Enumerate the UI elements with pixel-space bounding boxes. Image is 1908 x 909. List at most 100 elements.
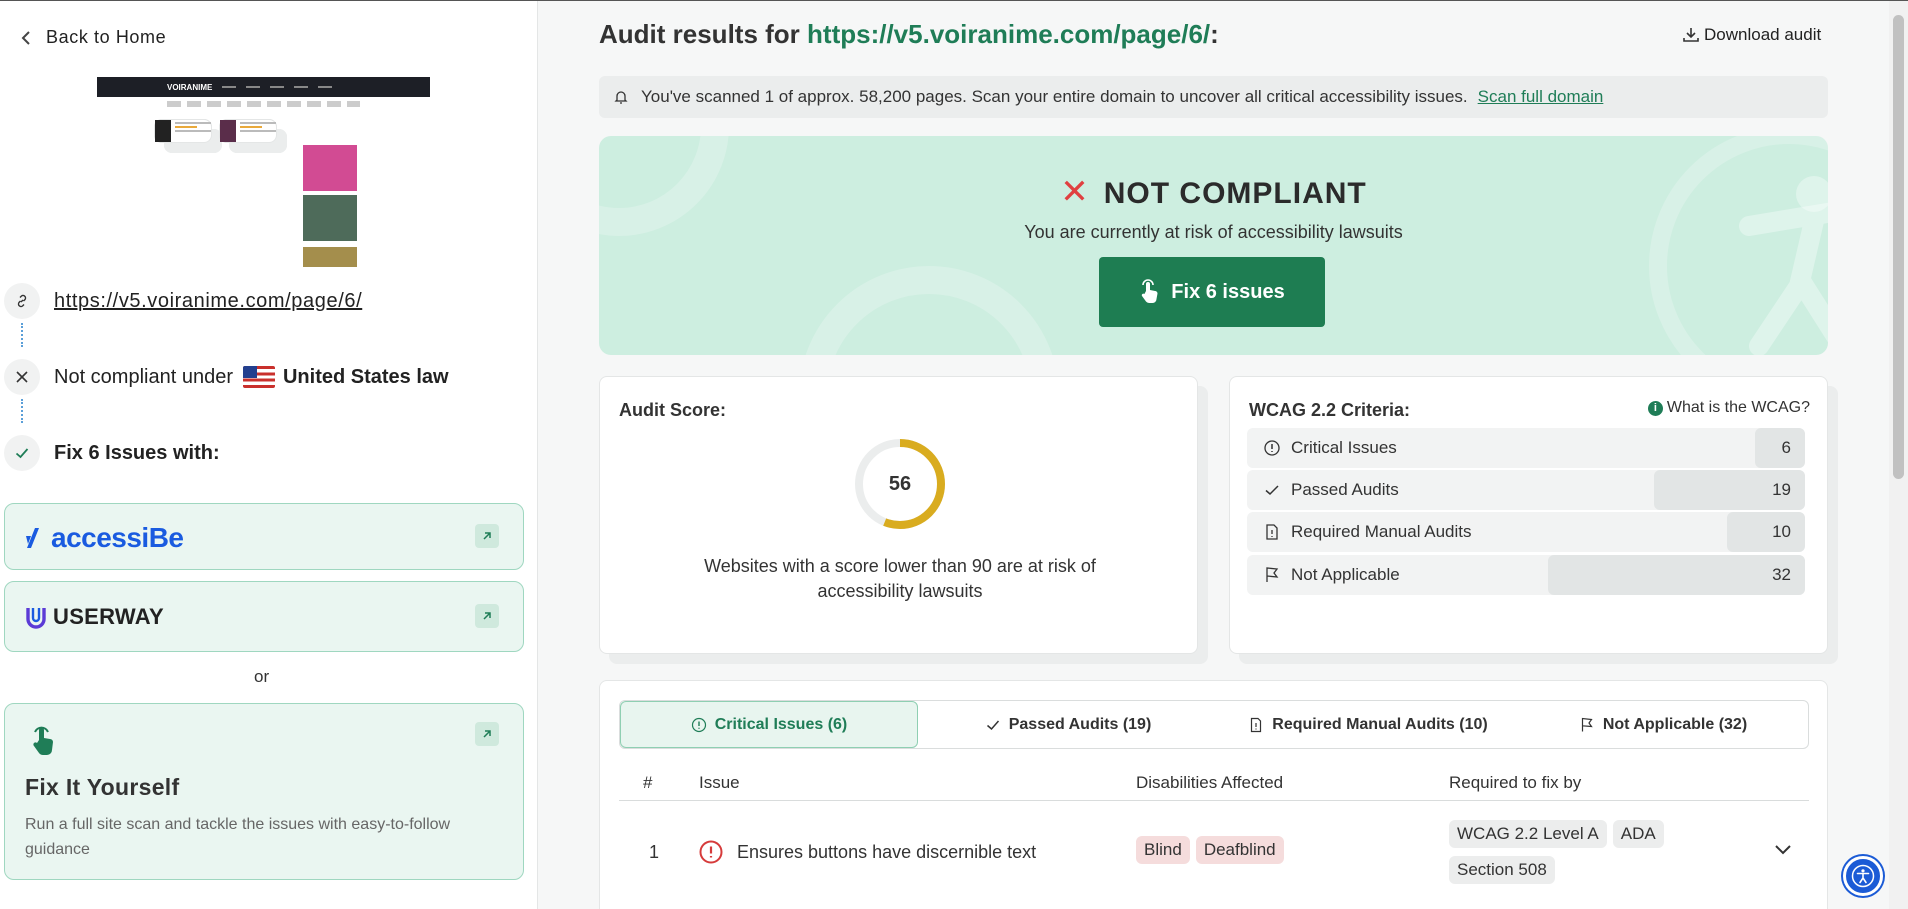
- issue-title: Ensures buttons have discernible text: [737, 842, 1037, 862]
- sidebar: Back to Home VOIRANIME https://v5.voiran…: [0, 1, 538, 909]
- title-prefix: Audit results for: [599, 19, 800, 49]
- title-url: https://v5.voiranime.com/page/6/: [807, 19, 1211, 49]
- download-icon: [1683, 28, 1699, 42]
- flag-icon: [1266, 567, 1279, 582]
- scanned-url-link[interactable]: https://v5.voiranime.com/page/6/: [54, 290, 362, 313]
- criteria-row-manual[interactable]: Required Manual Audits 10: [1247, 512, 1805, 552]
- status-text: NOT COMPLIANT: [1103, 177, 1367, 210]
- score-note: Websites with a score lower than 90 are …: [704, 556, 1096, 601]
- step-fix: Fix 6 Issues with:: [4, 435, 220, 471]
- userway-logo: USERWAY: [25, 604, 164, 630]
- criteria-row-not-applicable[interactable]: Not Applicable 32: [1247, 555, 1805, 595]
- table-row[interactable]: 1 Ensures buttons have discernible text …: [619, 802, 1809, 902]
- score-gauge: 56: [853, 437, 947, 531]
- us-flag-icon: [242, 366, 275, 389]
- criteria-label: Not Applicable: [1291, 565, 1400, 584]
- accessibe-mark-icon: [26, 528, 39, 548]
- main-content: Audit results for https://v5.voiranime.c…: [539, 1, 1889, 909]
- criteria-count: 32: [1772, 565, 1791, 584]
- download-audit-button[interactable]: Download audit: [1682, 25, 1821, 45]
- step-connector: [21, 323, 23, 347]
- document-icon: [1251, 717, 1262, 732]
- fix-it-yourself-option[interactable]: Fix It Yourself Run a full site scan and…: [4, 703, 524, 880]
- notice-text: You've scanned 1 of approx. 58,200 pages…: [641, 87, 1468, 106]
- step-connector: [21, 399, 23, 423]
- accessibility-icon: [1851, 864, 1875, 888]
- tab-required-manual-audits[interactable]: Required Manual Audits (10): [1218, 701, 1518, 748]
- column-header-issue: Issue: [699, 773, 740, 792]
- criteria-row-critical[interactable]: Critical Issues 6: [1247, 428, 1805, 468]
- criteria-count: 6: [1781, 438, 1791, 457]
- issue-number: 1: [649, 842, 660, 862]
- risk-subtitle: You are currently at risk of accessibili…: [1024, 222, 1403, 242]
- tab-not-applicable[interactable]: Not Applicable (32): [1518, 701, 1808, 748]
- title-suffix: :: [1210, 19, 1219, 49]
- accessibility-widget-button[interactable]: [1843, 856, 1883, 896]
- criteria-bar-critical: [1754, 428, 1805, 468]
- criteria-count: 19: [1772, 480, 1791, 499]
- column-header-disabilities: Disabilities Affected: [1136, 773, 1284, 792]
- tab-label: Critical Issues (6): [714, 715, 848, 733]
- score-value: 56: [888, 472, 912, 495]
- info-icon: i: [1647, 400, 1663, 416]
- tab-passed-audits[interactable]: Passed Audits (19): [918, 701, 1218, 748]
- accessibe-option[interactable]: accessiBe: [4, 503, 524, 570]
- wcag-title: WCAG 2.2 Criteria:: [1249, 400, 1411, 420]
- userway-option[interactable]: USERWAY: [4, 581, 524, 652]
- standard-tag: Section 508: [1449, 856, 1555, 884]
- what-is-wcag-link[interactable]: i What is the WCAG?: [1647, 399, 1810, 417]
- issues-panel: Critical Issues (6) Passed Audits (19) R…: [599, 680, 1828, 909]
- tap-hand-icon: [1142, 279, 1158, 303]
- external-link-icon[interactable]: [475, 604, 499, 628]
- disability-tag: Deafblind: [1195, 836, 1284, 864]
- or-divider: or: [254, 667, 270, 686]
- site-thumbnail: VOIRANIME: [97, 77, 430, 267]
- hero-decoration: [799, 266, 1059, 355]
- close-icon: [4, 359, 40, 395]
- check-icon: [1265, 485, 1279, 496]
- step-url: https://v5.voiranime.com/page/6/: [4, 283, 362, 319]
- step-compliance: Not compliant under United States law: [4, 359, 449, 395]
- flag-icon: [1581, 717, 1593, 731]
- disability-tag: Blind: [1136, 836, 1190, 864]
- external-link-icon[interactable]: [475, 524, 499, 548]
- userway-mark-icon: [26, 608, 46, 629]
- fix-it-yourself-description: Run a full site scan and tackle the issu…: [25, 816, 451, 858]
- fix-issues-button[interactable]: Fix 6 issues: [1099, 257, 1325, 327]
- tab-critical-issues[interactable]: Critical Issues (6): [620, 701, 918, 748]
- criteria-row-passed[interactable]: Passed Audits 19: [1247, 470, 1805, 510]
- scan-notice-banner: You've scanned 1 of approx. 58,200 pages…: [599, 76, 1828, 118]
- thumbnail-logo: VOIRANIME: [167, 82, 213, 92]
- standard-tag: WCAG 2.2 Level A: [1449, 820, 1607, 848]
- alert-circle-icon: [691, 717, 706, 732]
- tap-hand-icon: [33, 726, 53, 755]
- external-link-icon[interactable]: [475, 722, 499, 746]
- accessibe-logo: accessiBe: [25, 522, 184, 554]
- what-is-wcag-label: What is the WCAG?: [1666, 399, 1810, 416]
- compliance-law: United States law: [282, 365, 449, 388]
- back-to-home-link[interactable]: Back to Home: [20, 27, 166, 48]
- criteria-label: Required Manual Audits: [1291, 522, 1472, 541]
- column-header-required: Required to fix by: [1449, 773, 1582, 792]
- criteria-bar-not-applicable: [1548, 555, 1805, 595]
- document-icon: [1266, 524, 1278, 540]
- chevron-down-icon[interactable]: [1774, 844, 1792, 856]
- required-tags: WCAG 2.2 Level A ADA Section 508: [1449, 820, 1689, 884]
- bell-icon: [614, 91, 628, 104]
- compliance-text: Not compliant under United States law: [54, 366, 449, 389]
- audit-score-title: Audit Score:: [619, 400, 727, 420]
- scrollbar[interactable]: [1889, 1, 1908, 909]
- criteria-label: Passed Audits: [1291, 480, 1399, 499]
- chevron-left-icon: [21, 30, 30, 45]
- fix-it-yourself-title: Fix It Yourself: [25, 774, 180, 800]
- alert-circle-icon: [1264, 440, 1280, 456]
- column-header-number: #: [643, 773, 653, 792]
- scan-full-domain-link[interactable]: Scan full domain: [1478, 87, 1604, 107]
- back-label: Back to Home: [46, 27, 167, 47]
- compliance-status: ✕ NOT COMPLIANT: [599, 172, 1828, 212]
- scrollbar-thumb[interactable]: [1893, 15, 1904, 479]
- fix-issues-label: Fix 6 issues: [1171, 280, 1285, 303]
- issue-tabs: Critical Issues (6) Passed Audits (19) R…: [619, 700, 1809, 749]
- compliance-hero: ✕ NOT COMPLIANT You are currently at risk…: [599, 136, 1828, 355]
- error-circle-icon: [699, 840, 723, 864]
